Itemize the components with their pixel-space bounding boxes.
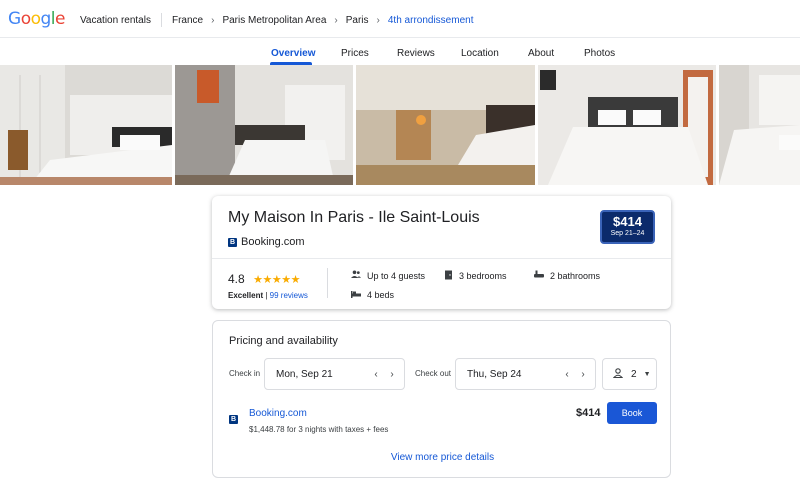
rating-block: 4.8 ★★★★★ Excellent | 99 reviews [228, 270, 308, 300]
listing-provider[interactable]: B Booking.com [228, 236, 305, 248]
breadcrumb-item-france[interactable]: France [172, 15, 203, 26]
price-badge[interactable]: $414 Sep 21–24 [600, 210, 655, 244]
breadcrumb-item-region[interactable]: Paris Metropolitan Area [222, 15, 326, 26]
door-icon [443, 270, 453, 282]
photo-bedroom-3[interactable] [356, 65, 535, 185]
amenity-guests-label: Up to 4 guests [367, 270, 426, 281]
book-button[interactable]: Book [607, 402, 657, 424]
person-icon [612, 367, 624, 381]
guests-count: 2 [631, 368, 637, 380]
checkin-value: Mon, Sep 21 [276, 368, 333, 380]
chevron-left-icon[interactable]: ‹ [368, 369, 384, 380]
booking-logo-mark: B [229, 415, 238, 424]
reviews-link[interactable]: 99 reviews [270, 291, 308, 300]
breadcrumb: Vacation rentals France › Paris Metropol… [80, 13, 473, 27]
amenity-bedrooms: 3 bedrooms [443, 270, 507, 282]
price-value: $414 [613, 214, 642, 229]
bathtub-icon [534, 270, 544, 281]
chevron-right-icon[interactable]: › [575, 369, 591, 380]
pricing-title: Pricing and availability [229, 335, 338, 347]
photo-bedroom-2[interactable] [175, 65, 353, 185]
view-more-price-details-link[interactable]: View more price details [213, 452, 672, 463]
chevron-right-icon: › [334, 14, 338, 26]
photo-gallery [0, 65, 800, 185]
chevron-right-icon: › [211, 14, 215, 26]
pricing-card: Pricing and availability Check in Mon, S… [212, 320, 671, 478]
booking-logo-icon: B [228, 237, 237, 247]
checkin-field[interactable]: Mon, Sep 21 ‹ › [264, 358, 405, 390]
listing-card: My Maison In Paris - Ile Saint-Louis B B… [212, 196, 671, 309]
divider [212, 258, 671, 259]
checkout-value: Thu, Sep 24 [467, 368, 522, 380]
breadcrumb-item-city[interactable]: Paris [346, 15, 369, 26]
chevron-right-icon[interactable]: › [384, 369, 400, 380]
checkin-label: Check in [229, 369, 261, 378]
star-rating-icon: ★★★★★ [253, 274, 300, 286]
vertical-divider [327, 268, 328, 298]
chevron-right-icon: › [376, 14, 380, 26]
bed-icon [351, 290, 361, 300]
checkout-field[interactable]: Thu, Sep 24 ‹ › [455, 358, 596, 390]
booking-logo-icon: B [229, 408, 242, 426]
people-icon [351, 270, 361, 281]
amenity-bedrooms-label: 3 bedrooms [459, 271, 507, 281]
tab-location[interactable]: Location [461, 48, 499, 59]
breadcrumb-section[interactable]: Vacation rentals [80, 15, 151, 26]
checkout-label: Check out [415, 369, 452, 378]
amenity-guests: Up to 4 guests [351, 270, 425, 281]
tab-bar: Overview Prices Reviews Location About P… [0, 38, 800, 65]
photo-bedroom-1[interactable] [0, 65, 172, 185]
top-bar: Google Vacation rentals France › Paris M… [0, 0, 800, 38]
rating-label: Excellent [228, 291, 264, 300]
amenity-bathrooms-label: 2 bathrooms [550, 270, 601, 281]
amenity-bathrooms: 2 bathrooms [534, 270, 600, 281]
chevron-left-icon[interactable]: ‹ [559, 369, 575, 380]
tab-prices[interactable]: Prices [341, 48, 369, 59]
breadcrumb-current[interactable]: 4th arrondissement [388, 15, 474, 26]
breadcrumb-divider [160, 13, 162, 27]
caret-down-icon: ▼ [643, 370, 651, 378]
tab-photos[interactable]: Photos [584, 48, 615, 59]
rating-score: 4.8 [228, 272, 245, 286]
photo-bedroom-5[interactable] [719, 65, 800, 185]
photo-bedroom-4[interactable] [538, 65, 716, 185]
offer-total-detail: $1,448.78 for 3 nights with taxes + fees [249, 425, 389, 434]
provider-name: Booking.com [241, 236, 305, 248]
offer-price: $414 [576, 407, 601, 419]
tab-reviews[interactable]: Reviews [397, 48, 435, 59]
tab-about[interactable]: About [528, 48, 554, 59]
price-dates: Sep 21–24 [610, 230, 645, 237]
listing-title: My Maison In Paris - Ile Saint-Louis [228, 209, 480, 226]
amenity-beds-label: 4 beds [367, 290, 395, 300]
tab-overview[interactable]: Overview [271, 48, 315, 59]
google-logo[interactable]: Google [8, 9, 65, 29]
offer-provider-link[interactable]: Booking.com [249, 408, 307, 419]
amenity-beds: 4 beds [351, 290, 394, 300]
guests-selector[interactable]: 2 ▼ [602, 358, 657, 390]
